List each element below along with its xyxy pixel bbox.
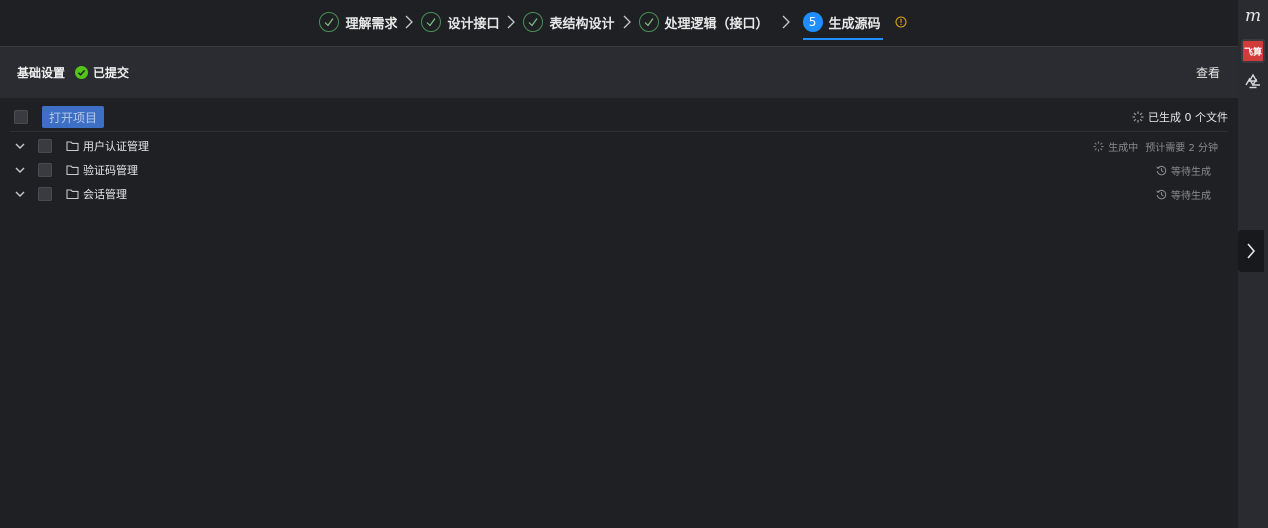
tree-row-label: 用户认证管理 [83, 140, 149, 153]
history-icon [1156, 189, 1167, 199]
chevron-right-icon [615, 15, 639, 29]
module-tree: 用户认证管理 生成中 预计需要 2 分钟 验证码管理 等待生成 会话管理 等待生… [0, 134, 1238, 206]
step-design-api[interactable]: 设计接口 [421, 0, 499, 44]
view-button[interactable]: 查看 [1196, 64, 1220, 81]
check-circle-icon [75, 66, 89, 79]
step-label: 表结构设计 [549, 16, 615, 32]
chevron-down-icon[interactable] [14, 140, 26, 152]
chevron-down-icon[interactable] [14, 164, 26, 176]
file-toolbar: 打开项目 已生成 0 个文件 [0, 104, 1238, 130]
check-icon [638, 12, 659, 32]
flower-icon[interactable] [1244, 73, 1262, 91]
loading-icon [1132, 111, 1144, 123]
generation-status: 等待生成 [1156, 163, 1211, 178]
feisuan-badge[interactable]: 飞算 [1241, 39, 1265, 63]
step-label: 生成源码 [828, 16, 881, 32]
info-icon[interactable] [894, 16, 907, 28]
tree-row-session[interactable]: 会话管理 等待生成 [0, 182, 1238, 206]
generation-status: 等待生成 [1156, 187, 1211, 202]
loading-icon [1093, 140, 1104, 152]
step-label: 设计接口 [447, 16, 500, 32]
generated-count: 已生成 0 个文件 [1132, 109, 1228, 125]
tree-row-captcha[interactable]: 验证码管理 等待生成 [0, 158, 1238, 182]
eta-text: 预计需要 2 分钟 [1145, 142, 1218, 154]
folder-icon [66, 189, 79, 200]
status-badge: 已提交 [75, 64, 129, 81]
folder-icon [66, 141, 79, 152]
generation-status: 生成中 预计需要 2 分钟 [1093, 139, 1218, 154]
check-icon [523, 12, 544, 32]
select-all-checkbox[interactable] [14, 110, 28, 124]
status-text: 等待生成 [1171, 190, 1211, 202]
generated-count-text: 已生成 0 个文件 [1148, 111, 1228, 124]
divider [10, 131, 1228, 132]
app-window: 理解需求 设计接口 表结构设计 处理逻辑（接口） 5 生成源码 基础设置 已提交… [0, 0, 1268, 528]
chevron-right-icon [499, 15, 523, 29]
step-bar: 理解需求 设计接口 表结构设计 处理逻辑（接口） 5 生成源码 [0, 0, 1238, 44]
step-generate-source[interactable]: 5 生成源码 [802, 0, 883, 44]
step-label: 理解需求 [345, 16, 398, 32]
step-label: 处理逻辑（接口） [664, 16, 769, 32]
settings-title: 基础设置 [17, 66, 66, 80]
chevron-down-icon[interactable] [14, 188, 26, 200]
basic-settings-bar: 基础设置 已提交 查看 [0, 46, 1238, 98]
chevron-right-icon [397, 15, 421, 29]
m-logo[interactable]: m [1245, 6, 1261, 26]
step-number: 5 [802, 12, 823, 32]
step-processing-logic[interactable]: 处理逻辑（接口） [638, 0, 769, 44]
step-understand-requirements[interactable]: 理解需求 [319, 0, 397, 44]
row-checkbox[interactable] [38, 163, 52, 177]
check-icon [319, 12, 340, 32]
step-table-design[interactable]: 表结构设计 [523, 0, 615, 44]
status-text: 等待生成 [1171, 166, 1211, 178]
tree-row-label: 验证码管理 [83, 164, 138, 177]
status-text: 生成中 [1108, 142, 1139, 154]
chevron-right-icon [1247, 243, 1256, 259]
history-icon [1156, 165, 1167, 175]
tree-row-label: 会话管理 [83, 188, 127, 201]
status-text: 已提交 [93, 66, 130, 80]
row-checkbox[interactable] [38, 187, 52, 201]
check-icon [421, 12, 442, 32]
expand-panel-button[interactable] [1238, 230, 1264, 272]
tree-row-user-auth[interactable]: 用户认证管理 生成中 预计需要 2 分钟 [0, 134, 1238, 158]
row-checkbox[interactable] [38, 139, 52, 153]
folder-icon [66, 165, 79, 176]
open-project-button[interactable]: 打开项目 [42, 106, 105, 128]
chevron-right-icon [769, 15, 803, 29]
